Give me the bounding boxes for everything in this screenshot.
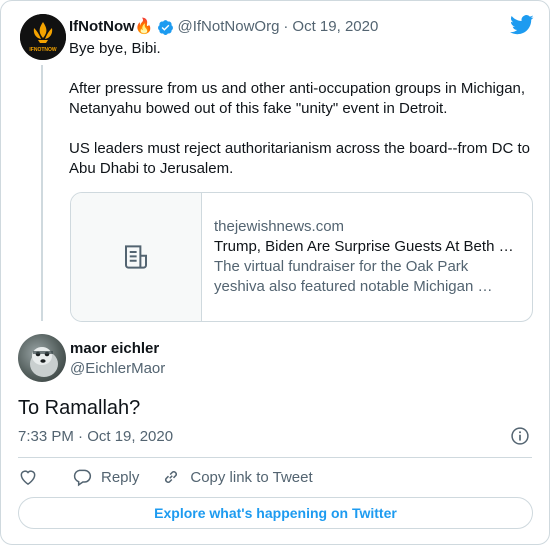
reply-bubble-icon (73, 469, 92, 487)
document-icon (125, 245, 147, 269)
copy-link-label: Copy link to Tweet (190, 468, 313, 486)
main-tweet-text: To Ramallah? (18, 397, 141, 419)
parent-handle[interactable]: @IfNotNowOrg (178, 18, 280, 36)
twitter-bird-icon[interactable] (510, 15, 534, 35)
like-button[interactable] (18, 467, 38, 487)
thread-connector-line (41, 65, 43, 321)
maor-eichler-avatar[interactable] (18, 334, 66, 382)
link-card-body: thejewishnews.com Trump, Biden Are Surpr… (202, 193, 532, 321)
parent-text-line-1: Bye bye, Bibi. (69, 40, 161, 57)
reply-label: Reply (101, 468, 140, 486)
link-preview-card[interactable]: thejewishnews.com Trump, Biden Are Surpr… (70, 192, 533, 322)
action-divider (18, 457, 532, 458)
explore-twitter-button[interactable]: Explore what's happening on Twitter (18, 497, 533, 529)
parent-tweet-text: Bye bye, Bibi. After pressure from us an… (69, 39, 539, 179)
copy-link-button[interactable]: Copy link to Tweet (161, 467, 313, 487)
header-separator: · (283, 18, 289, 35)
verified-badge-icon (157, 19, 173, 35)
tweet-embed-card: IFNOTNOW IfNotNow🔥 @IfNotNowOrg · Oct 19… (0, 0, 550, 545)
parent-text-line-3: US leaders must reject authoritarianism … (69, 140, 531, 177)
tweet-timestamp[interactable]: 7:33 PM · Oct 19, 2020 (18, 427, 173, 447)
heart-icon (20, 470, 36, 485)
info-icon[interactable] (510, 426, 530, 446)
link-chain-icon (165, 471, 178, 483)
link-title: Trump, Biden Are Surprise Guests At Beth… (214, 238, 514, 255)
reply-button[interactable]: Reply (72, 467, 139, 487)
avatar-logo-text: IFNOTNOW (29, 47, 56, 53)
link-domain: thejewishnews.com (214, 218, 345, 235)
parent-tweet-header: IfNotNow🔥 @IfNotNowOrg · Oct 19, 2020 (69, 18, 378, 36)
ifnotnow-avatar[interactable]: IFNOTNOW (20, 14, 66, 60)
tweet-actions: Reply Copy link to Tweet (18, 466, 335, 488)
parent-display-name[interactable]: IfNotNow🔥 (69, 18, 154, 36)
main-display-name[interactable]: maor eichler (70, 340, 159, 358)
dog-photo-icon (30, 347, 58, 377)
parent-text-line-2: After pressure from us and other anti-oc… (69, 80, 526, 117)
parent-date[interactable]: Oct 19, 2020 (292, 18, 378, 36)
main-handle[interactable]: @EichlerMaor (70, 360, 165, 378)
ifnotnow-logo-icon: IFNOTNOW (20, 14, 66, 60)
link-thumbnail (71, 193, 202, 321)
link-description: The virtual fundraiser for the Oak Park … (214, 258, 493, 295)
